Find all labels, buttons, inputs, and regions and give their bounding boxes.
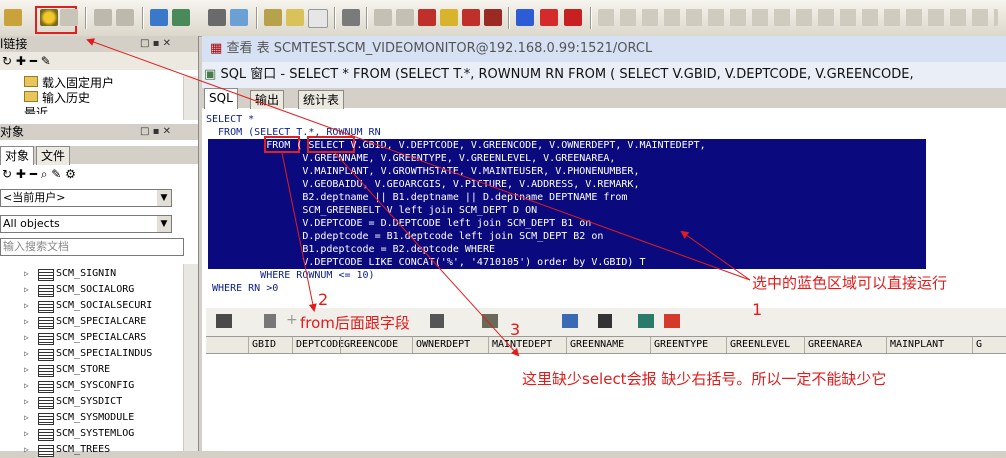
annotation-3-number: 3 <box>510 320 521 339</box>
annotation-2-number: 2 <box>318 290 329 309</box>
annotation-2-text: from后面跟字段 <box>300 314 410 332</box>
annotation-3-text: 这里缺少select会报 缺少右括号。所以一定不能缺少它 <box>522 370 887 388</box>
annotation-1-text: 选中的蓝色区域可以直接运行 <box>752 274 948 292</box>
annotation-1-number: 1 <box>752 300 763 319</box>
